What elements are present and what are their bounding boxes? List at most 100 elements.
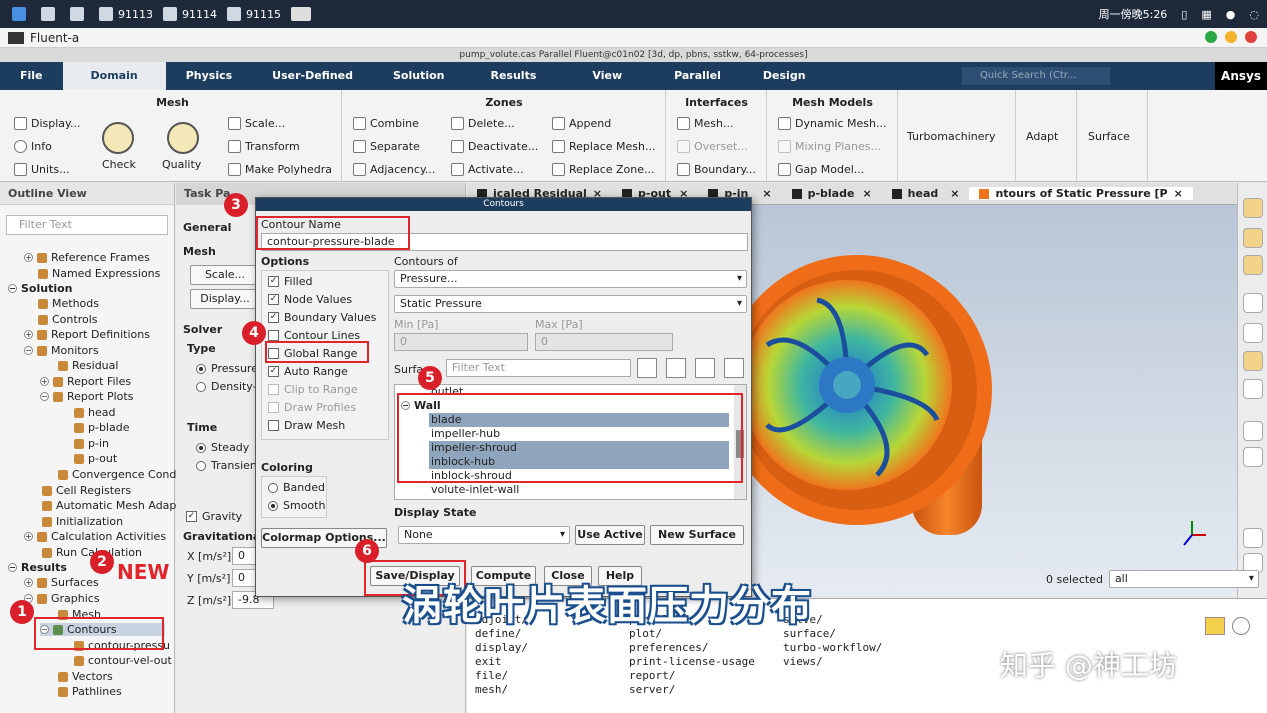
- scale-button[interactable]: Scale...: [190, 265, 260, 285]
- expand-icon[interactable]: +: [24, 578, 33, 587]
- tab-p-blade[interactable]: p-blade ×: [782, 187, 882, 200]
- tree-item-monitors[interactable]: − Monitors: [24, 344, 99, 357]
- taskbar-item-91114[interactable]: 91114: [163, 7, 217, 21]
- tab-solution[interactable]: Solution: [373, 62, 465, 90]
- maximize-button[interactable]: [1225, 31, 1237, 43]
- boundary-button[interactable]: Boundary...: [677, 163, 756, 176]
- tab-head[interactable]: head ×: [882, 187, 970, 200]
- tree-item-solution[interactable]: − Solution: [8, 282, 73, 295]
- taskbar-item-91113[interactable]: 91113: [99, 7, 153, 21]
- interface-mesh-button[interactable]: Mesh...: [677, 117, 733, 130]
- surfaces-filter-input[interactable]: Filter Text: [446, 359, 631, 377]
- gravity-checkbox[interactable]: ✓ Gravity: [186, 510, 242, 523]
- tree-item-pathlines[interactable]: Pathlines: [58, 685, 122, 698]
- node-values-checkbox[interactable]: ✓ Node Values: [268, 293, 352, 306]
- display-button[interactable]: Display...: [14, 117, 80, 130]
- tab-design[interactable]: Design: [743, 62, 826, 90]
- selection-filter-select[interactable]: all: [1108, 570, 1259, 588]
- folder-icon[interactable]: [41, 7, 60, 21]
- tree-item-p-blade[interactable]: p-blade: [74, 421, 129, 434]
- smooth-radio[interactable]: Smooth: [268, 499, 325, 512]
- tab-parallel[interactable]: Parallel: [652, 62, 743, 90]
- replace-mesh-button[interactable]: Replace Mesh...: [552, 140, 655, 153]
- outline-filter-input[interactable]: Filter Text: [6, 215, 168, 235]
- expand-icon[interactable]: +: [24, 253, 33, 262]
- pressure-based-radio[interactable]: Pressure: [196, 362, 258, 375]
- tree-item-graphics[interactable]: − Graphics: [24, 592, 100, 605]
- quality-button[interactable]: Quality: [162, 158, 201, 171]
- sub-quantity-select[interactable]: Static Pressure: [394, 295, 747, 313]
- display-state-select[interactable]: None: [398, 526, 570, 544]
- filter-icon[interactable]: [666, 358, 686, 378]
- taskbar-item-91115[interactable]: 91115: [227, 7, 281, 21]
- adjacency-button[interactable]: Adjacency...: [353, 163, 435, 176]
- tab-contours-static-pressure[interactable]: ntours of Static Pressure [P ×: [969, 187, 1193, 200]
- replace-zone-button[interactable]: Replace Zone...: [552, 163, 655, 176]
- tab-view[interactable]: View: [562, 62, 652, 90]
- info-button[interactable]: Info: [14, 140, 52, 153]
- combine-button[interactable]: Combine: [353, 117, 419, 130]
- view-icon[interactable]: [1243, 293, 1263, 313]
- fit-view-icon[interactable]: [1243, 198, 1263, 218]
- tree-item-reference-frames[interactable]: + Reference Frames: [24, 251, 150, 264]
- tree-item-methods[interactable]: Methods: [38, 297, 99, 310]
- close-button[interactable]: [1245, 31, 1257, 43]
- rotate-icon[interactable]: [1243, 228, 1263, 248]
- tree-item-surfaces[interactable]: + Surfaces: [24, 576, 99, 589]
- start-menu-icon[interactable]: [12, 7, 31, 21]
- tab-user-defined[interactable]: User-Defined: [252, 62, 373, 90]
- undo-view-icon[interactable]: [1243, 379, 1263, 399]
- activate-button[interactable]: Activate...: [451, 163, 524, 176]
- close-tab-icon[interactable]: ×: [862, 187, 871, 200]
- transform-button[interactable]: Transform: [228, 140, 300, 153]
- tree-item-p-out[interactable]: p-out: [74, 452, 117, 465]
- select-all-icon[interactable]: [637, 358, 657, 378]
- ribbon-group-surface[interactable]: Surface: [1078, 90, 1148, 182]
- check-button[interactable]: Check: [102, 158, 136, 171]
- ribbon-group-adapt[interactable]: Adapt: [1017, 90, 1077, 182]
- minimize-button[interactable]: [1205, 31, 1217, 43]
- file-icon[interactable]: [70, 7, 89, 21]
- tree-item-initialization[interactable]: Initialization: [42, 515, 123, 528]
- close-tab-icon[interactable]: ×: [762, 187, 771, 200]
- tab-file[interactable]: File: [0, 62, 63, 90]
- expand-icon[interactable]: +: [24, 330, 33, 339]
- boundary-values-checkbox[interactable]: ✓ Boundary Values: [268, 311, 376, 324]
- tree-item-residual[interactable]: Residual: [58, 359, 118, 372]
- gap-model-button[interactable]: Gap Model...: [778, 163, 864, 176]
- append-button[interactable]: Append: [552, 117, 611, 130]
- transient-radio[interactable]: Transien: [196, 459, 257, 472]
- tree-item-p-in[interactable]: p-in: [74, 437, 109, 450]
- min-input[interactable]: 0: [394, 333, 528, 351]
- quick-search-input[interactable]: Quick Search (Ctr...: [962, 67, 1110, 85]
- draw-profiles-checkbox[interactable]: Draw Profiles: [268, 401, 356, 414]
- new-surface-button[interactable]: New Surface: [650, 525, 744, 545]
- density-based-radio[interactable]: Density-: [196, 380, 257, 393]
- tree-item-controls[interactable]: Controls: [38, 313, 98, 326]
- close-tab-icon[interactable]: ×: [950, 187, 959, 200]
- check-all-icon[interactable]: [695, 358, 715, 378]
- display-button[interactable]: Display...: [190, 289, 260, 309]
- phone-icon[interactable]: ▯: [1181, 8, 1187, 21]
- scale-bar-icon[interactable]: [1243, 447, 1263, 467]
- tab-physics[interactable]: Physics: [166, 62, 252, 90]
- expand-icon[interactable]: +: [40, 377, 49, 386]
- tree-item-cell-registers[interactable]: Cell Registers: [42, 484, 131, 497]
- tree-item-convergence[interactable]: Convergence Cond: [58, 468, 176, 481]
- deactivate-button[interactable]: Deactivate...: [451, 140, 538, 153]
- fluent-taskbar-icon[interactable]: [291, 7, 316, 21]
- user-icon[interactable]: ●: [1226, 8, 1236, 21]
- probe-icon[interactable]: [1243, 323, 1263, 343]
- auto-range-checkbox[interactable]: ✓ Auto Range: [268, 365, 348, 378]
- plot-axes-icon[interactable]: [1243, 421, 1263, 441]
- tree-item-report-definitions[interactable]: + Report Definitions: [24, 328, 150, 341]
- tree-item-contour-vel[interactable]: contour-vel-out: [74, 654, 172, 667]
- contours-of-select[interactable]: Pressure...: [394, 270, 747, 288]
- deselect-all-icon[interactable]: [724, 358, 744, 378]
- banded-radio[interactable]: Banded: [268, 481, 325, 494]
- filled-checkbox[interactable]: ✓ Filled: [268, 275, 312, 288]
- tree-item-vectors[interactable]: Vectors: [58, 670, 113, 683]
- chat-icon[interactable]: ◌: [1249, 8, 1259, 21]
- tree-item-head[interactable]: head: [74, 406, 115, 419]
- dynamic-mesh-button[interactable]: Dynamic Mesh...: [778, 117, 886, 130]
